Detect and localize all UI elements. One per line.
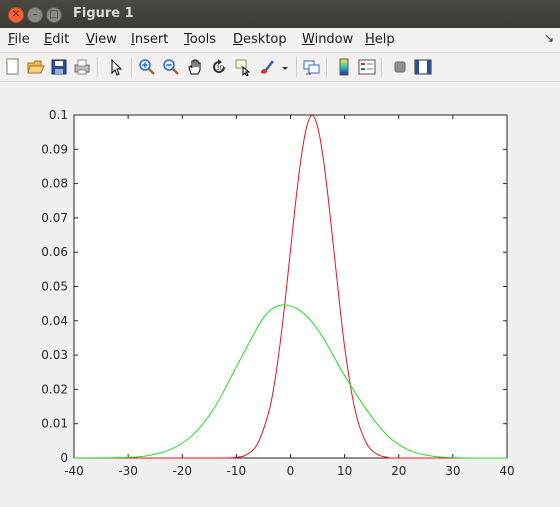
brush-dropdown-icon[interactable] [278, 56, 290, 78]
toolbar-separator [296, 57, 298, 77]
menu-window[interactable]: Window [302, 32, 353, 47]
x-tick-label: 10 [337, 464, 352, 478]
y-tick-label: 0.1 [49, 108, 68, 122]
y-tick-label: 0.07 [41, 211, 68, 225]
toolbar-separator [97, 57, 99, 77]
y-tick-label: 0.09 [41, 142, 68, 156]
menu-desktop-mnemonic: D [233, 32, 244, 47]
plot-svg[interactable]: -40 -30 -20 -10 0 10 20 30 40 0 0.01 0.02 0.03 0.04 0… [0, 82, 560, 503]
zoom-in-icon[interactable] [136, 56, 158, 78]
edit-plot-pointer-icon[interactable] [105, 56, 127, 78]
hide-plot-tools-icon[interactable] [389, 56, 411, 78]
x-tick-label: -20 [172, 464, 192, 478]
x-tick-label: -30 [118, 464, 138, 478]
y-tick-label: 0.05 [41, 280, 68, 294]
menu-tools-rest: ools [189, 32, 217, 47]
close-window-button[interactable]: ✕ [8, 7, 24, 23]
menu-window-mnemonic: W [302, 32, 315, 47]
y-tick-label: 0.04 [41, 314, 68, 328]
x-tick-label: -40 [64, 464, 84, 478]
new-figure-icon[interactable] [2, 56, 24, 78]
menu-bar: File Edit View Insert Tools Desktop Wind… [0, 28, 560, 53]
menu-view-mnemonic: V [86, 32, 95, 47]
minimize-window-button[interactable]: – [27, 7, 43, 23]
y-tick-label: 0.02 [41, 382, 68, 396]
menu-help-mnemonic: H [365, 32, 375, 47]
figure-canvas: -40 -30 -20 -10 0 10 20 30 40 0 0.01 0.02 0.03 0.04 0… [0, 82, 560, 503]
menu-window-rest: indow [314, 32, 354, 47]
colorbar-icon[interactable] [333, 56, 355, 78]
show-plot-tools-icon[interactable] [412, 56, 434, 78]
rotate-3d-icon[interactable]: 3D [208, 56, 230, 78]
menu-insert[interactable]: Insert [131, 32, 168, 47]
svg-text:3D: 3D [216, 65, 225, 72]
menu-help[interactable]: Help [365, 32, 395, 47]
save-icon[interactable] [48, 56, 70, 78]
x-tick-label: 40 [499, 464, 514, 478]
zoom-out-icon[interactable] [160, 56, 182, 78]
y-tick-label: 0.08 [41, 177, 68, 191]
figure-toolbar: 3D [0, 53, 560, 82]
menu-tools[interactable]: Tools [184, 32, 216, 47]
title-bar: ✕ – □ Figure 1 [0, 0, 560, 28]
toolbar-separator [131, 57, 133, 77]
menu-view-rest: iew [94, 32, 117, 47]
y-tick-label: 0 [60, 451, 68, 465]
legend-icon[interactable] [356, 56, 378, 78]
data-cursor-icon[interactable] [232, 56, 254, 78]
menu-help-rest: elp [374, 32, 395, 47]
y-tick-label: 0.03 [41, 348, 68, 362]
y-tick-label: 0.06 [41, 245, 68, 259]
brush-icon[interactable] [256, 56, 278, 78]
print-icon[interactable] [71, 56, 93, 78]
x-tick-label: -10 [227, 464, 247, 478]
open-file-icon[interactable] [25, 56, 47, 78]
dock-figure-icon[interactable]: ↘ [544, 31, 554, 45]
menu-edit[interactable]: Edit [44, 32, 69, 47]
menu-file-rest: ile [14, 32, 30, 47]
menu-desktop[interactable]: Desktop [233, 32, 287, 47]
x-tick-label: 20 [391, 464, 406, 478]
x-tick-label: 30 [445, 464, 460, 478]
maximize-window-button[interactable]: □ [46, 7, 62, 23]
toolbar-separator [381, 57, 383, 77]
menu-edit-mnemonic: E [44, 32, 53, 47]
link-plot-icon[interactable] [301, 56, 323, 78]
menu-insert-rest: nsert [134, 32, 169, 47]
window-title: Figure 1 [73, 6, 134, 21]
y-tick-label: 0.01 [41, 417, 68, 431]
menu-view[interactable]: View [86, 32, 117, 47]
axes-box [73, 114, 508, 459]
menu-edit-rest: dit [52, 32, 70, 47]
pan-hand-icon[interactable] [184, 56, 206, 78]
menu-desktop-rest: esktop [243, 32, 287, 47]
x-tick-label: 0 [287, 464, 295, 478]
toolbar-separator [326, 57, 328, 77]
menu-file[interactable]: File [8, 32, 30, 47]
